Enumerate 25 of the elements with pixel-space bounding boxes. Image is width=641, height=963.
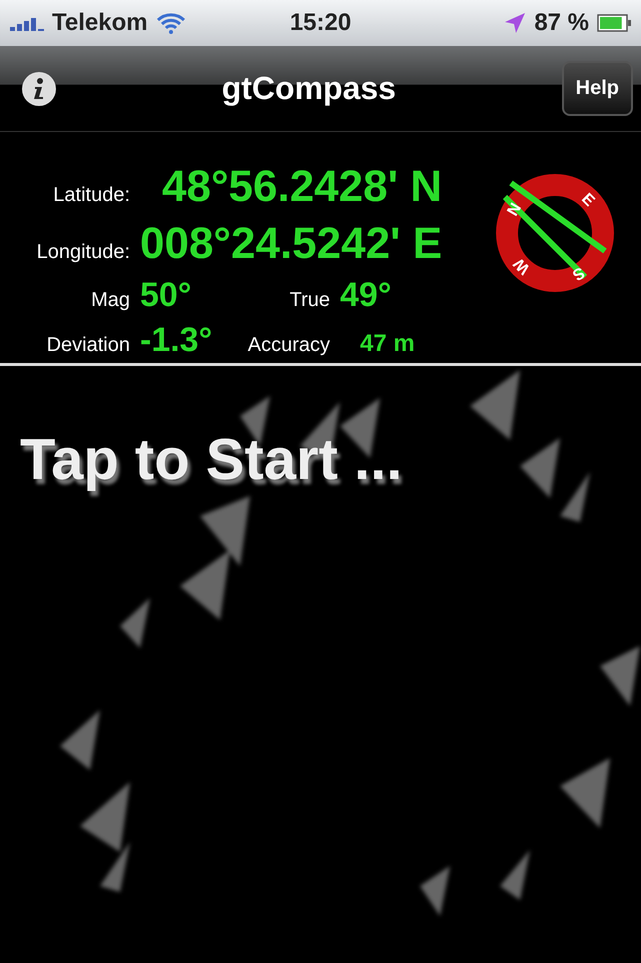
tap-to-start-text: Tap to Start ... — [20, 426, 402, 493]
info-button[interactable] — [22, 72, 56, 106]
latitude-value: 48°56.2428' N — [161, 162, 442, 211]
clock-time: 15:20 — [290, 9, 352, 37]
longitude-label: Longitude: — [36, 240, 131, 264]
longitude-value: 008°24.5242' E — [140, 218, 442, 268]
mag-label: Mag — [90, 288, 131, 312]
battery-percent: 87 % — [534, 9, 590, 37]
info-icon — [32, 78, 46, 100]
app-title: gtCompass — [222, 70, 396, 107]
true-value: 49° — [340, 276, 392, 314]
mag-value: 50° — [140, 276, 192, 314]
carrier-name: Telekom — [52, 9, 148, 37]
battery-icon — [597, 14, 632, 32]
location-arrow-icon — [504, 12, 526, 34]
help-button[interactable]: Help — [562, 61, 633, 116]
latitude-label: Latitude: — [52, 184, 131, 207]
wifi-icon — [156, 12, 186, 34]
accuracy-value: 47 m — [359, 330, 416, 358]
deviation-label: Deviation — [46, 334, 131, 358]
deviation-value: -1.3° — [140, 321, 214, 360]
signal-icon — [10, 15, 44, 31]
accuracy-label: Accuracy — [246, 334, 331, 358]
compass-view[interactable]: Tap to Start ... — [0, 366, 641, 963]
true-label: True — [288, 288, 331, 312]
